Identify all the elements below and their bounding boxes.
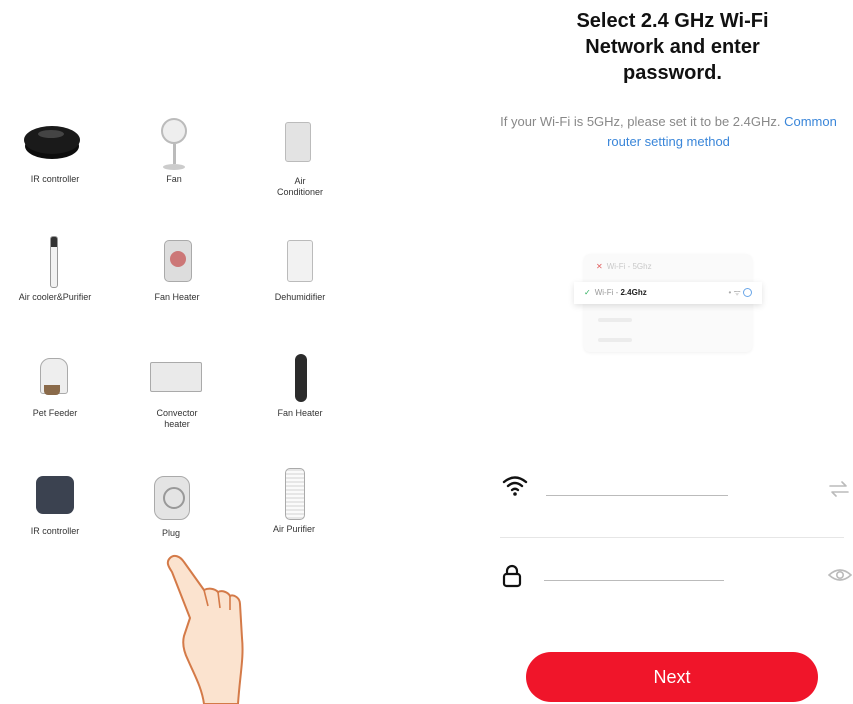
device-label: Plug	[161, 528, 180, 538]
device-label: IR controller	[30, 526, 80, 536]
wifi-hint: If your Wi-Fi is 5GHz, please set it to …	[496, 112, 841, 152]
device-fan-heater[interactable]: Fan Heater	[122, 236, 232, 303]
next-button[interactable]: Next	[526, 652, 818, 702]
eye-icon[interactable]	[828, 567, 852, 583]
device-dehumidifier[interactable]: Dehumidifier	[245, 236, 355, 303]
device-convector-heater[interactable]: Convector heater	[122, 352, 232, 430]
device-air-cooler-purifier[interactable]: Air cooler&Purifier	[0, 236, 110, 303]
device-label: IR controller	[30, 174, 80, 184]
ir-controller-round-icon	[0, 118, 110, 174]
illustration-5g-prefix: Wi-Fi -	[606, 262, 633, 271]
illustration-5g-band: 5Ghz	[632, 262, 652, 271]
device-ir-controller-square[interactable]: IR controller	[0, 470, 110, 537]
device-label: Fan	[166, 174, 182, 184]
air-purifier-icon	[239, 468, 349, 524]
ir-controller-square-icon	[0, 470, 110, 526]
wifi-hint-text: If your Wi-Fi is 5GHz, please set it to …	[500, 114, 781, 129]
device-grid: IR controller Fan Air Conditioner Air co…	[0, 0, 360, 704]
field-divider	[500, 537, 844, 538]
convector-heater-icon	[122, 352, 232, 408]
wifi-icon	[502, 476, 528, 496]
fan-icon	[119, 118, 229, 174]
lock-icon	[502, 564, 522, 588]
illustration-row-24g: ✓ Wi-Fi - 2.4Ghz • ᯤ	[574, 282, 762, 304]
device-label: Dehumidifier	[274, 292, 326, 302]
placeholder-bar	[598, 338, 632, 342]
device-label: Air cooler&Purifier	[18, 292, 92, 302]
device-air-conditioner[interactable]: Air Conditioner	[245, 120, 355, 198]
device-pet-feeder[interactable]: Pet Feeder	[0, 352, 110, 419]
cross-icon: ✕	[596, 262, 603, 271]
password-underline	[544, 580, 724, 581]
pet-feeder-icon	[0, 352, 110, 408]
illustration-row-icons: • ᯤ	[728, 282, 752, 304]
device-fan[interactable]: Fan	[119, 118, 229, 185]
wifi-network-input[interactable]	[544, 474, 728, 496]
device-label: Fan Heater	[277, 408, 323, 418]
device-plug[interactable]: Plug	[116, 472, 226, 539]
device-label: Convector heater	[156, 408, 198, 429]
illustration-24g-band: 2.4Ghz	[620, 288, 647, 297]
device-fan-heater-tower[interactable]: Fan Heater	[245, 352, 355, 419]
switch-network-icon[interactable]	[828, 481, 850, 497]
air-conditioner-icon	[245, 120, 355, 176]
wifi-band-illustration: ✕ Wi-Fi - 5Ghz ✓ Wi-Fi - 2.4Ghz • ᯤ	[574, 254, 762, 352]
password-input[interactable]	[542, 560, 726, 582]
illustration-row-5g: ✕ Wi-Fi - 5Ghz	[584, 256, 752, 278]
wifi-network-underline	[546, 495, 728, 496]
illustration-24g-prefix: Wi-Fi -	[594, 288, 621, 297]
tower-fan-heater-icon	[245, 352, 355, 408]
device-label: Fan Heater	[154, 292, 200, 302]
page-title: Select 2.4 GHz Wi-Fi Network and enter p…	[576, 10, 769, 84]
placeholder-bar	[598, 318, 632, 322]
pointing-hand-icon	[166, 554, 244, 704]
device-label: Air Conditioner	[276, 176, 324, 197]
info-icon	[743, 288, 752, 298]
wifi-setup-panel: Select 2.4 GHz Wi-Fi Network and enter p…	[492, 0, 853, 704]
device-label: Air Purifier	[272, 524, 315, 534]
plug-icon	[116, 472, 226, 528]
air-cooler-purifier-icon	[0, 236, 110, 292]
checkmark-icon: ✓	[584, 288, 591, 297]
device-air-purifier[interactable]: Air Purifier	[239, 468, 349, 535]
fan-heater-icon	[122, 236, 232, 292]
device-label: Pet Feeder	[32, 408, 78, 418]
device-ir-controller[interactable]: IR controller	[0, 118, 110, 185]
dehumidifier-icon	[245, 236, 355, 292]
